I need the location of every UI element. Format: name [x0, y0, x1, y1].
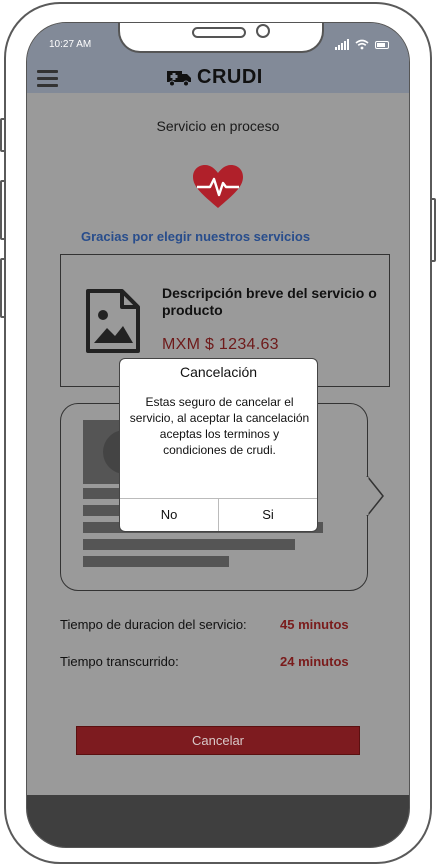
placeholder-line — [83, 539, 295, 550]
duration-value: 45 minutos — [280, 617, 349, 632]
phone-volume-up — [0, 180, 6, 240]
dialog-title: Cancelación — [179, 364, 258, 380]
status-icons — [335, 39, 389, 50]
elapsed-label: Tiempo transcurrido: — [60, 654, 179, 669]
phone-side-button — [0, 118, 6, 152]
header-bar: 10:27 AM CRUDI — [27, 23, 409, 93]
dialog-yes-button[interactable]: Si — [218, 499, 317, 531]
brand-name: CRUDI — [197, 66, 263, 88]
ambulance-icon — [167, 70, 191, 86]
thanks-message: Gracias por elegir nuestros servicios — [81, 229, 311, 244]
service-price: MXM $ 1234.63 — [162, 336, 279, 353]
app-screen: 10:27 AM CRUDI Servicio en proceso Graci… — [26, 22, 410, 848]
cancel-confirmation-dialog: Cancelación Estas seguro de cancelar el … — [119, 358, 318, 532]
speaker-grille — [192, 27, 246, 38]
phone-power-button — [430, 198, 436, 262]
image-document-icon — [86, 289, 140, 353]
brand-logo: CRUDI — [167, 66, 263, 89]
phone-notch — [118, 23, 324, 53]
status-time: 10:27 AM — [49, 39, 92, 50]
page-title: Servicio en proceso — [156, 118, 280, 134]
hamburger-menu-icon[interactable] — [37, 70, 58, 87]
front-camera — [256, 24, 270, 38]
duration-label: Tiempo de duracion del servicio: — [60, 617, 247, 632]
wifi-icon — [355, 39, 369, 50]
dialog-message: Estas seguro de cancelar el servicio, al… — [129, 395, 310, 457]
placeholder-line — [83, 556, 229, 567]
dialog-actions: No Si — [120, 498, 317, 531]
bubble-pointer — [363, 476, 384, 516]
bottom-bar — [27, 795, 409, 847]
service-description: Descripción breve del servicio o product… — [162, 285, 377, 318]
cancel-service-button[interactable]: Cancelar — [76, 726, 360, 755]
battery-icon — [375, 41, 389, 49]
phone-volume-down — [0, 258, 6, 318]
signal-icon — [335, 39, 349, 50]
heart-pulse-icon — [193, 165, 243, 208]
dialog-no-button[interactable]: No — [120, 499, 218, 531]
elapsed-value: 24 minutos — [280, 654, 349, 669]
